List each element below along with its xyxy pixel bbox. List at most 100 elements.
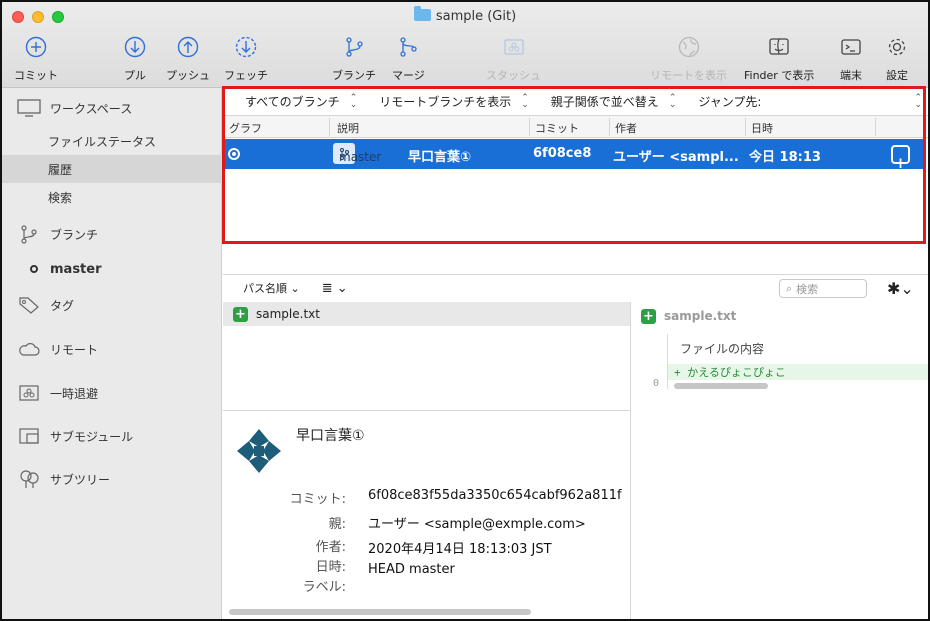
column-date[interactable]: 日時 [751,120,773,136]
sidebar-item-label: ワークスペース [50,101,133,116]
column-divider [609,118,610,136]
sidebar-item-label: サブモジュール [50,429,134,444]
sidebar-item-tags[interactable]: タグ [2,291,222,319]
terminal-button[interactable]: 端末 [840,36,862,83]
date-value: HEAD master [368,562,455,577]
branch-filter-select[interactable]: すべてのブランチ ⌃ ⌄ [245,93,357,110]
sort-by-path-select[interactable]: パス名順 ⌄ [243,280,300,296]
branch-tag[interactable]: master [333,143,381,164]
sidebar-item-search[interactable]: 検索 [2,183,222,211]
settings-label: 設定 [886,69,908,82]
search-icon: ⌕ [786,281,793,295]
column-divider [329,118,330,136]
main-panel: すべてのブランチ ⌃ ⌄ リモートブランチを表示 ⌃ ⌄ 親子関係で並べ替え ⌃ ⌄ … [223,88,928,619]
submodule-icon [16,427,42,445]
plus-circle-icon [25,36,47,58]
jump-to-label: ジャンプ先: [698,95,762,109]
branch-icon [343,36,365,58]
window-title: sample (Git) [2,6,928,24]
sidebar-item-master[interactable]: master [2,255,222,283]
jump-to-select[interactable]: ジャンプ先: ⌃ ⌄ [698,93,928,110]
sidebar-item-file-status[interactable]: ファイルステータス [2,127,222,155]
diff-file-name: sample.txt [664,309,737,323]
added-file-icon: + [233,306,248,322]
search-input[interactable]: ⌕ 検索 [779,279,867,298]
settings-button[interactable]: 設定 [886,36,908,83]
toolbar: sample (Git) コミット プル プッシュ フェッチ ブランチ マージ … [2,2,928,88]
diff-horizontal-scrollbar[interactable] [674,383,768,389]
commit-date: 今日 18:13 [749,150,821,165]
sidebar-item-stashes[interactable]: 一時退避 [2,379,222,407]
parent-label: 親: [328,517,346,532]
push-button[interactable]: プッシュ [166,36,210,83]
tree-icon [16,469,42,489]
pull-label: プル [124,69,146,82]
window-title-text: sample (Git) [435,9,517,24]
commit-node-icon [228,148,240,160]
tag-icon [16,295,42,315]
plus-icon: + [894,154,907,172]
file-list-toolbar: パス名順 ⌄ ≣ ⌄ ⌕ 検索 ✱⌄ [223,275,928,301]
commit-button[interactable]: コミット [14,36,58,83]
sidebar-item-branches[interactable]: ブランチ [2,220,222,248]
show-in-finder-button[interactable]: Finder で表示 [744,36,814,83]
diff-line-number: 0 [653,378,660,389]
sort-by-path-label: パス名順 [243,282,287,295]
sidebar-item-history[interactable]: 履歴 [2,155,222,183]
arrow-down-circle-icon [124,36,146,58]
gear-menu-icon[interactable]: ✱⌄ [887,279,914,298]
branch-filter-label: すべてのブランチ [245,95,340,109]
merge-icon [397,36,419,58]
fetch-label: フェッチ [224,69,268,82]
author-value: 2020年4月14日 18:13:03 JST [368,542,552,557]
sort-order-select[interactable]: 親子関係で並べ替え ⌃ ⌄ [551,93,677,110]
commit-row[interactable]: master 早口言葉① 6f08ce8 ユーザー <sampl... 今日 1… [223,139,923,172]
merge-button[interactable]: マージ [392,36,425,83]
sidebar-item-label: 検索 [48,190,73,205]
list-view-icon[interactable]: ≣ ⌄ [322,281,348,296]
diff-added-line: + かえるぴょこぴょこ [668,364,928,380]
sidebar-item-label: master [50,261,102,277]
added-file-icon: + [641,308,656,324]
search-placeholder: 検索 [796,282,819,296]
add-button[interactable]: + [891,145,910,172]
gear-icon [886,36,908,58]
globe-icon [678,36,700,58]
author-label: 作者: [315,540,346,555]
sidebar-item-subtrees[interactable]: サブツリー [2,465,222,493]
diff-header: + sample.txt [631,302,928,330]
commit-message: 早口言葉① [408,150,472,165]
branch-button[interactable]: ブランチ [332,36,376,83]
terminal-label: 端末 [840,69,862,82]
sidebar-item-submodules[interactable]: サブモジュール [2,422,222,450]
fetch-button[interactable]: フェッチ [224,36,268,83]
finder-icon [768,36,790,58]
sort-order-label: 親子関係で並べ替え [550,95,659,109]
arrow-up-circle-icon [177,36,199,58]
file-list-item[interactable]: + sample.txt [223,302,630,326]
remote-branch-select[interactable]: リモートブランチを表示 ⌃ ⌄ [379,93,529,110]
column-commit[interactable]: コミット [535,120,579,136]
stash-button[interactable]: スタッシュ [486,36,541,83]
date-label: 日時: [315,560,346,575]
commit-label: コミット [14,69,58,82]
commit-title: 早口言葉① [296,428,365,444]
folder-icon [413,6,431,21]
column-description[interactable]: 説明 [337,120,359,136]
column-author[interactable]: 作者 [615,120,637,136]
sidebar: ワークスペース ファイルステータス 履歴 検索 ブランチ master タグ リ… [2,88,222,619]
commit-author: ユーザー <sampl... [613,150,739,165]
sidebar-item-label: 一時退避 [50,386,99,401]
horizontal-scrollbar[interactable] [229,609,531,615]
column-graph[interactable]: グラフ [229,120,262,136]
cloud-icon [16,341,42,357]
sidebar-item-remotes[interactable]: リモート [2,335,222,363]
commit-id-label: コミット: [289,492,346,507]
pull-button[interactable]: プル [124,36,146,83]
sidebar-item-label: ファイルステータス [48,134,157,149]
sidebar-item-label: サブツリー [50,472,111,487]
show-remote-button[interactable]: リモートを表示 [650,36,727,83]
file-name: sample.txt [256,307,320,321]
sidebar-item-workspace[interactable]: ワークスペース [2,94,222,122]
lower-panel: パス名順 ⌄ ≣ ⌄ ⌕ 検索 ✱⌄ + sample.txt 早口言葉① コミ… [223,274,928,619]
